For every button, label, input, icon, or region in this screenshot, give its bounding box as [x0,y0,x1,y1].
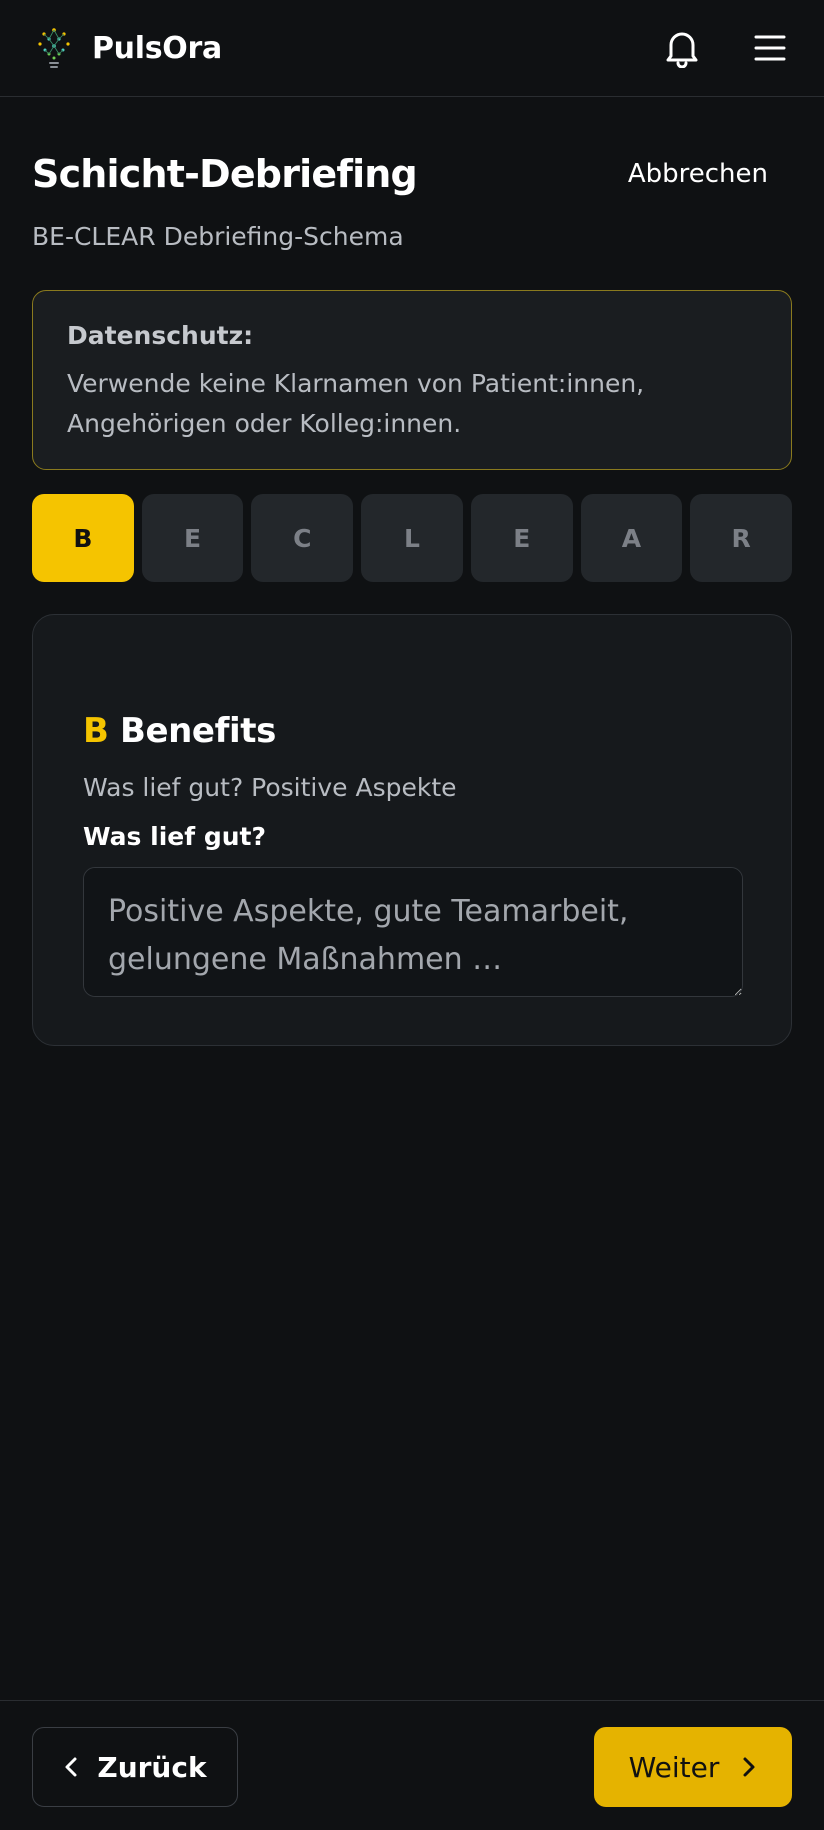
app-root: PulsOra Schicht-Debriefing Abbrechen BE-… [0,0,824,1830]
chevron-right-icon [743,1757,755,1777]
privacy-notice: Datenschutz: Verwende keine Klarnamen vo… [32,290,792,470]
page-title: Schicht-Debriefing [32,152,418,196]
title-row: Schicht-Debriefing Abbrechen [32,152,792,196]
step-tab-a[interactable]: A [580,494,683,582]
app-name: PulsOra [92,30,222,66]
step-tab-e-1[interactable]: E [141,494,244,582]
top-bar: PulsOra [0,0,824,97]
section-description: Was lief gut? Positive Aspekte [83,773,457,802]
step-tab-c[interactable]: C [251,494,354,582]
next-button-label: Weiter [628,1750,720,1784]
footer-nav: Zurück Weiter [0,1700,824,1830]
privacy-notice-line: Verwende keine Klarnamen von Patient:inn… [67,369,645,398]
next-button[interactable]: Weiter [594,1727,792,1807]
step-tab-r[interactable]: R [690,494,793,582]
cancel-button[interactable]: Abbrechen [620,155,792,193]
lightbulb-network-icon [38,28,70,68]
section-letter: B [83,711,109,751]
back-button-label: Zurück [97,1750,207,1784]
privacy-notice-text: Verwende keine Klarnamen von Patient:inn… [67,364,757,444]
step-tabs: B E C L E A R [32,494,793,582]
menu-button[interactable] [748,26,792,70]
privacy-notice-line: Angehörigen oder Kolleg:innen. [67,409,462,438]
section-title: Benefits [119,711,276,751]
bell-icon [666,32,698,68]
hamburger-menu-icon [754,35,786,61]
benefits-textarea[interactable] [83,867,743,997]
notifications-button[interactable] [660,26,704,70]
step-tab-e-2[interactable]: E [470,494,573,582]
privacy-notice-title: Datenschutz: [67,321,254,350]
back-button[interactable]: Zurück [32,1727,238,1807]
section-heading: B Benefits [83,711,741,751]
page-subtitle: BE-CLEAR Debriefing-Schema [32,222,404,251]
section-card: B Benefits Was lief gut? Positive Aspekt… [32,614,792,1046]
field-label: Was lief gut? [83,822,266,851]
chevron-left-icon [65,1757,77,1777]
step-tab-b-benefits[interactable]: B [32,494,134,582]
header-actions [660,26,792,70]
step-tab-l[interactable]: L [361,494,463,582]
